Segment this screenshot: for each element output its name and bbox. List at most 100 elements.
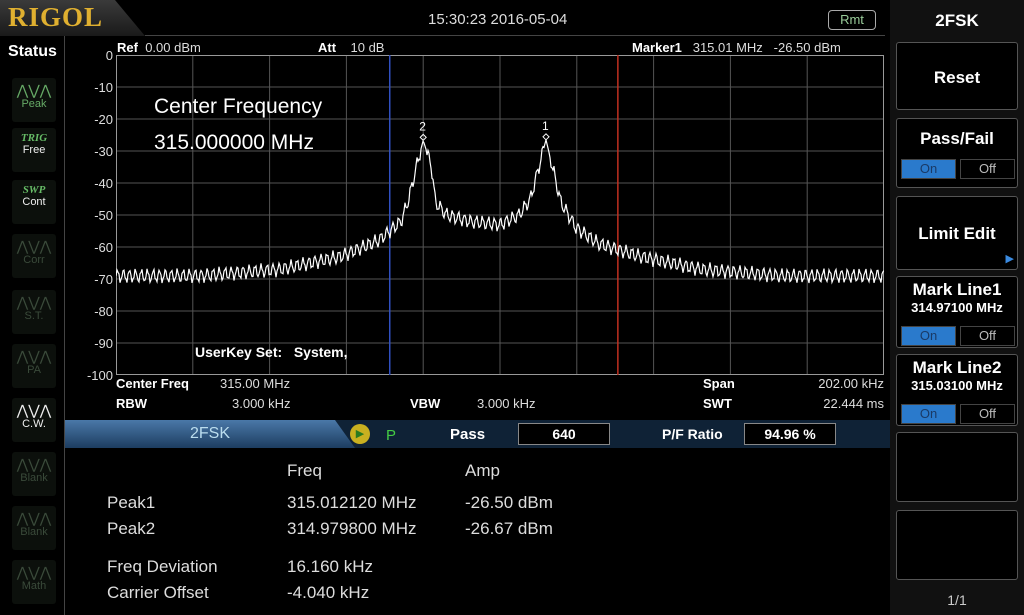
- peak1-amp: -26.50 dBm: [465, 493, 553, 512]
- passfail-label: Pass/Fail: [920, 129, 994, 148]
- markline1-label: Mark Line1: [912, 280, 1002, 299]
- run-play-icon[interactable]: ▶: [350, 424, 370, 444]
- markline2-label: Mark Line2: [912, 358, 1002, 377]
- limit-edit-button[interactable]: Limit Edit ▶: [896, 196, 1018, 270]
- page-indicator: 1/1: [947, 592, 967, 608]
- vbw-label: VBW: [410, 396, 441, 411]
- status-button-label: PA: [27, 364, 41, 376]
- status-button-blank[interactable]: ⋀⋁⋀ Blank: [12, 506, 56, 550]
- markline1-toggle[interactable]: On Off: [901, 326, 1015, 346]
- pa-icon: ⋀⋁⋀: [16, 348, 52, 364]
- spectrum-plot: Ref 0.00 dBm Att 10 dB Marker1 315.01 MH…: [65, 36, 890, 421]
- cw-icon: ⋀⋁⋀: [16, 402, 52, 418]
- center-freq-label: Center Freq: [116, 376, 189, 391]
- marker-freq: 315.01 MHz: [692, 40, 763, 55]
- rbw-label: RBW: [116, 396, 148, 411]
- pf-ratio-label: P/F Ratio: [662, 426, 723, 442]
- marker-label: 1: [542, 119, 549, 133]
- measurement-table: Freq Amp Peak1 315.012120 MHz -26.50 dBm…: [65, 450, 890, 615]
- span-value: 202.00 kHz: [818, 376, 884, 391]
- att-label: Att: [318, 40, 337, 55]
- st-icon: ⋀⋁⋀: [16, 294, 52, 310]
- status-title: Status: [8, 43, 57, 60]
- status-button-label: Cont: [22, 196, 46, 208]
- status-tag: TRIG: [20, 132, 48, 144]
- y-tick-label: -40: [94, 176, 113, 191]
- empty-softkey-2[interactable]: [896, 510, 1018, 580]
- empty-softkey-1[interactable]: [896, 432, 1018, 502]
- status-button-peak[interactable]: ⋀⋁⋀ Peak: [12, 78, 56, 122]
- offset-value: -4.040 kHz: [287, 583, 370, 602]
- deviation-label: Freq Deviation: [107, 557, 218, 576]
- markline1-value: 314.97100 MHz: [911, 300, 1003, 315]
- y-tick-label: -20: [94, 112, 113, 127]
- marker-diamond: [542, 133, 550, 141]
- status-button-corr[interactable]: ⋀⋁⋀ Corr: [12, 234, 56, 278]
- att-value: 10 dB: [350, 40, 385, 55]
- mode-tab[interactable]: 2FSK: [65, 420, 355, 448]
- y-tick-label: 0: [105, 48, 113, 63]
- y-tick-label: -100: [86, 368, 113, 383]
- swt-label: SWT: [703, 396, 732, 411]
- peak2-freq: 314.979800 MHz: [287, 519, 417, 538]
- status-button-label: Blank: [20, 472, 48, 484]
- pass-label: Pass: [450, 426, 486, 443]
- y-tick-label: -10: [94, 80, 113, 95]
- softkey-panel: 2FSK Reset Pass/Fail On Off Limit Edit ▶ M…: [890, 0, 1024, 615]
- blank-icon: ⋀⋁⋀: [16, 510, 52, 526]
- remote-badge: Rmt: [828, 10, 876, 30]
- markline2-button[interactable]: Mark Line2 315.03100 MHz On Off: [896, 354, 1018, 426]
- y-tick-label: -30: [94, 144, 113, 159]
- passfail-button[interactable]: Pass/Fail On Off: [896, 118, 1018, 188]
- col-freq-header: Freq: [287, 461, 322, 480]
- y-tick-label: -80: [94, 304, 113, 319]
- markline1-off[interactable]: Off: [960, 326, 1015, 346]
- status-button-pa[interactable]: ⋀⋁⋀ PA: [12, 344, 56, 388]
- markline2-off[interactable]: Off: [960, 404, 1015, 424]
- status-tag: SWP: [22, 184, 46, 196]
- status-button-label: C.W.: [22, 418, 46, 430]
- limit-edit-label: Limit Edit: [918, 224, 996, 243]
- markline2-toggle[interactable]: On Off: [901, 404, 1015, 424]
- rigol-logo: RIGOL: [0, 0, 145, 36]
- ref-value: 0.00 dBm: [145, 40, 201, 55]
- passfail-on[interactable]: On: [901, 159, 956, 179]
- status-button-cont[interactable]: SWP Cont: [12, 180, 56, 224]
- peak1-freq: 315.012120 MHz: [287, 493, 417, 512]
- attenuation: Att 10 dB: [318, 40, 384, 55]
- center-freq-value: 315.00 MHz: [220, 376, 291, 391]
- status-button-label: S.T.: [24, 310, 44, 322]
- markline1-on[interactable]: On: [901, 326, 956, 346]
- status-button-math[interactable]: ⋀⋁⋀ Math: [12, 560, 56, 604]
- status-button-st[interactable]: ⋀⋁⋀ S.T.: [12, 290, 56, 334]
- vbw-value: 3.000 kHz: [477, 396, 536, 411]
- y-tick-label: -90: [94, 336, 113, 351]
- status-button-blank[interactable]: ⋀⋁⋀ Blank: [12, 452, 56, 496]
- datetime: 15:30:23 2016-05-04: [428, 11, 568, 28]
- passfail-toggle[interactable]: On Off: [901, 159, 1015, 179]
- y-tick-label: -60: [94, 240, 113, 255]
- status-button-label: Free: [22, 144, 46, 156]
- marker-label: Marker1: [632, 40, 682, 55]
- passfail-off[interactable]: Off: [960, 159, 1015, 179]
- markline2-value: 315.03100 MHz: [911, 378, 1003, 393]
- ref-level: Ref 0.00 dBm: [117, 40, 201, 55]
- status-button-free[interactable]: TRIG Free: [12, 128, 56, 172]
- ref-label: Ref: [117, 40, 138, 55]
- math-icon: ⋀⋁⋀: [16, 564, 52, 580]
- reset-button[interactable]: Reset: [896, 42, 1018, 110]
- pf-ratio-value: 94.96 %: [744, 423, 836, 445]
- peak2-label: Peak2: [107, 519, 156, 538]
- pass-count: 640: [518, 423, 610, 445]
- status-button-label: Blank: [20, 526, 48, 538]
- status-button-cw[interactable]: ⋀⋁⋀ C.W.: [12, 398, 56, 442]
- status-button-label: Peak: [21, 98, 47, 110]
- swt-value: 22.444 ms: [823, 396, 884, 411]
- peak2-amp: -26.67 dBm: [465, 519, 553, 538]
- marker-readout: Marker1 315.01 MHz -26.50 dBm: [632, 40, 841, 55]
- status-button-label: Math: [21, 580, 47, 592]
- markline1-button[interactable]: Mark Line1 314.97100 MHz On Off: [896, 276, 1018, 348]
- status-button-label: Corr: [23, 254, 45, 266]
- markline2-on[interactable]: On: [901, 404, 956, 424]
- submenu-arrow-icon: ▶: [1005, 253, 1014, 265]
